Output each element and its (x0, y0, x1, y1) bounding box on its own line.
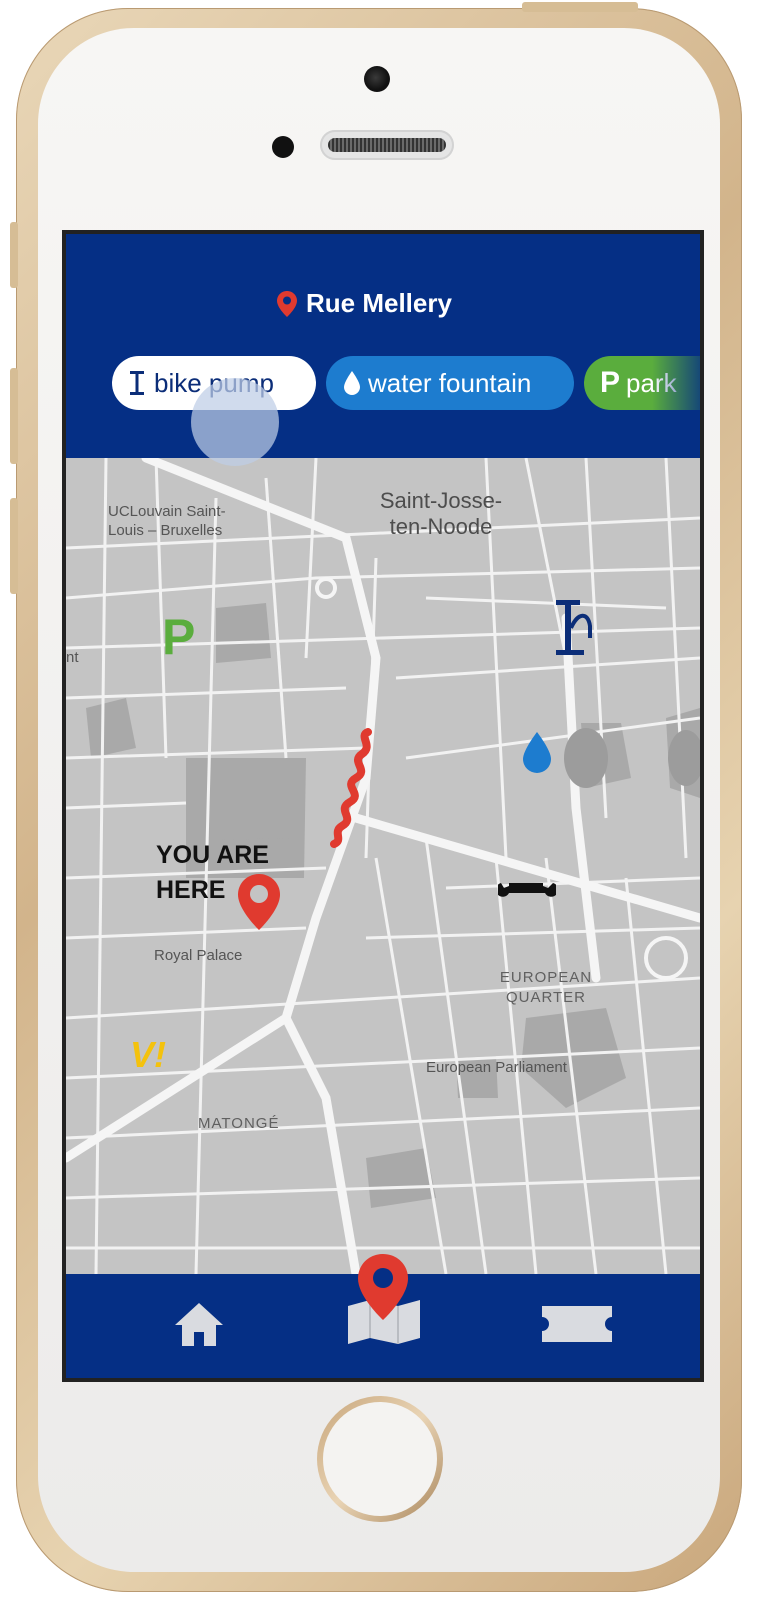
map-label-matonge: MATONGÉ (198, 1115, 280, 1132)
home-icon[interactable] (172, 1300, 226, 1348)
front-camera (364, 66, 390, 92)
app-screen: Rue Mellery bike pump water fountain P p… (62, 230, 704, 1382)
power-button (522, 2, 638, 12)
water-drop-icon[interactable] (521, 730, 553, 774)
parking-icon: P (600, 366, 621, 399)
app-header: Rue Mellery bike pump water fountain P p… (66, 234, 700, 458)
map-label-uclouvain: UCLouvain Saint- Louis – Bruxelles (108, 503, 226, 539)
map-label-saint-josse: Saint-Josse- ten-Noode (379, 488, 503, 539)
bottom-nav (66, 1254, 700, 1378)
chip-scroll-fade (652, 356, 700, 412)
villo-icon[interactable]: V! (130, 1034, 166, 1076)
filter-chip-water-fountain[interactable]: water fountain (326, 356, 574, 410)
map-nav-item[interactable] (344, 1252, 424, 1372)
map-label-european-parliament: European Parliament (426, 1059, 567, 1076)
location-pin-icon (277, 290, 297, 317)
ticket-icon[interactable] (540, 1304, 614, 1344)
home-button[interactable] (317, 1396, 443, 1522)
proximity-sensor (272, 136, 294, 158)
volume-down-button (10, 498, 18, 594)
villo-station-text: V! (130, 1034, 166, 1075)
filter-chip-label: water fountain (368, 367, 532, 398)
map-label-edge-fragment: nt (66, 649, 79, 666)
mute-switch (10, 222, 18, 288)
location-pin-icon (358, 1254, 408, 1320)
location-pin-icon[interactable] (236, 872, 282, 932)
map-label-european-quarter: EUROPEAN QUARTER (499, 969, 593, 1006)
wrench-icon[interactable] (498, 878, 556, 902)
location-label: Rue Mellery (306, 288, 452, 318)
map-view[interactable]: UCLouvain Saint- Louis – Bruxelles Saint… (66, 458, 700, 1274)
bike-pump-icon[interactable] (554, 598, 604, 660)
touch-indicator (191, 378, 279, 466)
road-hazard-icon[interactable] (328, 728, 378, 848)
earpiece-speaker (320, 130, 454, 160)
parking-icon: P (162, 609, 196, 665)
water-drop-icon (344, 371, 360, 395)
current-location[interactable]: Rue Mellery (276, 288, 452, 319)
map-marker-parking[interactable]: P (162, 608, 195, 666)
bike-pump-icon (130, 371, 144, 395)
volume-up-button (10, 368, 18, 464)
map-label-royal-palace: Royal Palace (154, 947, 243, 964)
